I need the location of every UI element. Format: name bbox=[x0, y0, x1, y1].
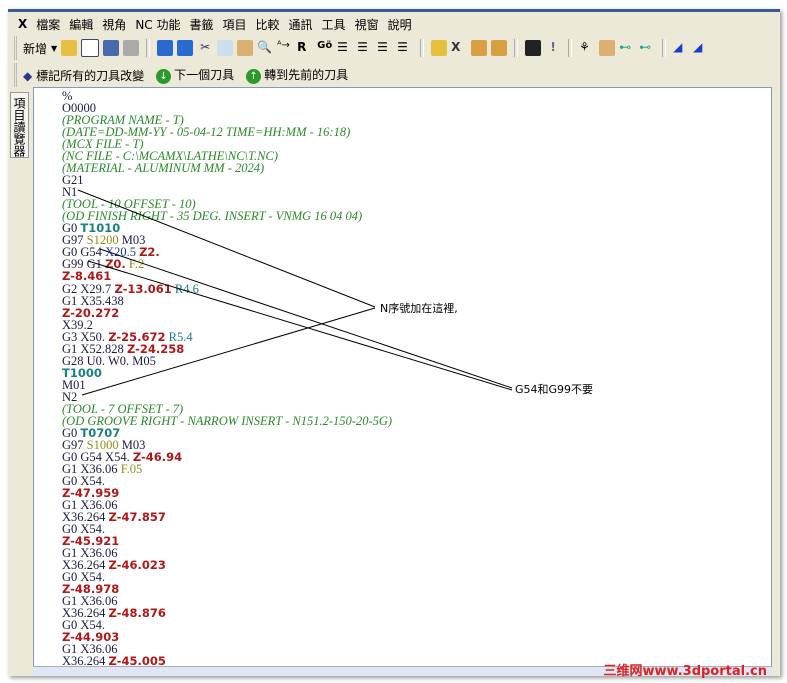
annotation-lines bbox=[77, 189, 513, 396]
annotation-n-sequence: N序號加在這裡, bbox=[380, 302, 458, 315]
arrow-line-g54 bbox=[99, 248, 513, 389]
annotation-g54-g99: G54和G99不要 bbox=[515, 383, 594, 396]
arrow-line-g99 bbox=[87, 260, 513, 391]
arrow-line-n2 bbox=[81, 307, 376, 396]
arrow-line-n1 bbox=[77, 189, 376, 308]
watermark: 三维网www.3dportal.cn bbox=[603, 664, 767, 679]
